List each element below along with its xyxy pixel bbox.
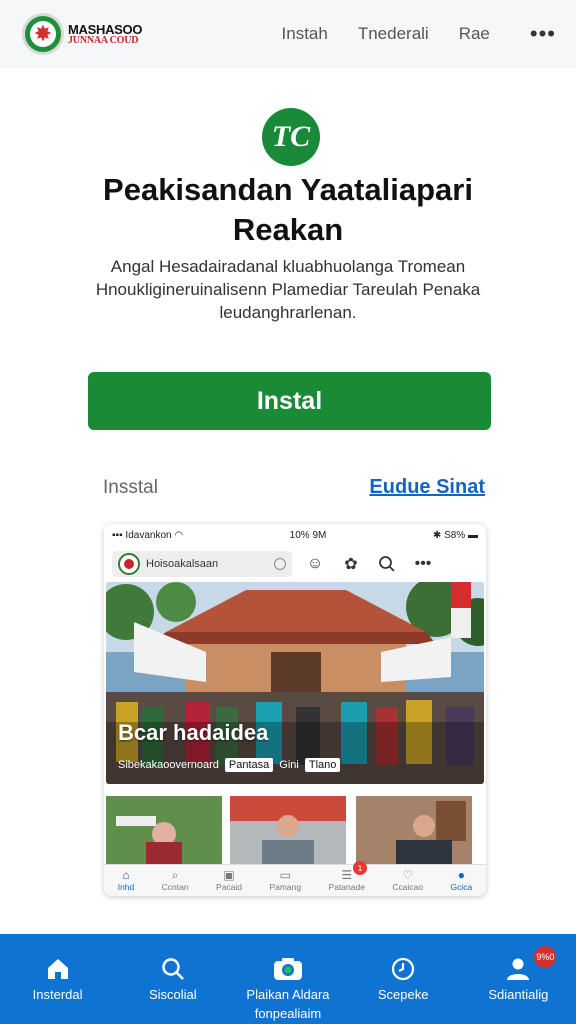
preview-tab-label: Patanade — [328, 882, 365, 892]
preview-tab-doc[interactable]: ▭ Pamang — [269, 869, 301, 892]
bottom-nav-label: Scepeke — [377, 987, 429, 1002]
doc-icon: ▭ — [279, 868, 291, 882]
preview-tab-heart[interactable]: ♡ Ccaicao — [392, 869, 423, 892]
search-icon[interactable] — [374, 551, 400, 577]
more-horizontal-icon[interactable]: ••• — [530, 23, 556, 45]
preview-tab-home[interactable]: ⌂ Inhd — [118, 869, 135, 892]
top-nav: Instah Tnederali Rae ••• — [282, 23, 556, 45]
bottom-nav-label: Insterdal — [32, 987, 83, 1002]
hero-sub-text: Sibekakaoovernoard — [118, 759, 219, 771]
nav-link-2[interactable]: Tnederali — [358, 24, 429, 44]
page-description: Angal Hesadairadanal kluabhuolanga Trome… — [95, 257, 481, 322]
chip-1[interactable]: Pantasa — [224, 758, 274, 772]
preview-toolbar: Hoisoakalsaan ☺ ✿ ••• — [104, 546, 486, 582]
logo-text: MASHASOO JUNNAA COUD — [68, 23, 142, 46]
clear-icon[interactable] — [274, 558, 286, 570]
preview-tab-label: Gcica — [450, 882, 473, 892]
bottom-nav: Insterdal Siscolial Plaikan Aldara fonpe… — [0, 934, 576, 1024]
logo-line2: JUNNAA COUD — [68, 34, 139, 46]
camera-icon: ▣ — [223, 868, 235, 882]
search-icon — [160, 954, 186, 984]
preview-tab-badge: 1 — [352, 861, 367, 875]
preview-status-bar: ▪▪▪ Idavankon ◠ 10% 9M ✱ S8% ▬ — [104, 524, 486, 546]
chip-3[interactable]: Tlano — [304, 758, 341, 772]
preview-tab-bar: ⌂ Inhd ⌕ Ccntan ▣ Pacaid ▭ Pamang ☰ Patanade 1… — [104, 861, 486, 896]
top-header: ✸ MASHASOO JUNNAA COUD Instah Tnederali … — [0, 0, 576, 68]
heart-icon: ♡ — [402, 868, 414, 882]
preview-tab-person[interactable]: ● Gcica — [451, 869, 473, 892]
bottom-nav-camera[interactable]: Plaikan Aldara fonpealiaim — [232, 954, 344, 1024]
page-title: Peakisandan Yaataliapari Reakan — [103, 172, 473, 248]
bottom-nav-label: Sdiantialig — [488, 987, 549, 1002]
more-horizontal-icon[interactable]: ••• — [410, 551, 436, 577]
bottom-nav-clock[interactable]: Scepeke — [347, 954, 459, 1005]
camera-icon — [272, 954, 304, 984]
preview-tab-label: Ccntan — [161, 882, 189, 892]
bottom-nav-home[interactable]: Insterdal — [2, 954, 114, 1005]
search-icon: ⌕ — [171, 868, 179, 882]
status-time: 10% 9M — [289, 529, 327, 541]
avatar — [118, 553, 140, 575]
home-icon — [45, 954, 71, 984]
preview-tab-camera[interactable]: ▣ Pacaid — [216, 869, 242, 892]
preview-tab-list[interactable]: ☰ Patanade 1 — [328, 861, 367, 892]
preview-tab-label: Pamang — [269, 882, 302, 892]
secondary-link[interactable]: Eudue Sinat — [369, 476, 485, 499]
app-logo: TC — [262, 108, 320, 166]
preview-thumbnails — [106, 796, 484, 864]
logo-seal-icon: ✸ — [22, 13, 64, 55]
thumbnail-1[interactable] — [106, 796, 222, 864]
install-button[interactable]: Instal — [88, 372, 491, 430]
site-logo[interactable]: ✸ MASHASOO JUNNAA COUD — [22, 13, 142, 55]
nav-link-1[interactable]: Instah — [282, 24, 328, 44]
bottom-nav-label: Siscolial — [148, 987, 197, 1002]
bottom-nav-label: Plaikan Aldara fonpealiaim — [246, 987, 330, 1021]
person-icon — [505, 954, 531, 984]
secondary-row: Insstal Eudue Sinat — [103, 476, 485, 499]
flower-icon[interactable]: ✿ — [338, 551, 364, 577]
app-preview-screenshot: ▪▪▪ Idavankon ◠ 10% 9M ✱ S8% ▬ Hoisoakal… — [104, 524, 486, 896]
clock-icon — [390, 954, 416, 984]
bottom-nav-search[interactable]: Siscolial — [117, 954, 229, 1005]
person-icon: ● — [457, 868, 465, 882]
logo-line1: MASHASOO — [68, 21, 143, 37]
preview-tab-search[interactable]: ⌕ Ccntan — [162, 869, 189, 892]
status-battery: ✱ S8% ▬ — [432, 529, 478, 541]
preview-tab-label: Ccaicao — [392, 882, 424, 892]
nav-link-3[interactable]: Rae — [459, 24, 490, 44]
notification-badge: 9%0 — [532, 944, 559, 970]
preview-hero-sub: Sibekakaoovernoard Pantasa Gini Tlano — [118, 758, 341, 772]
chip-2: Gini — [279, 759, 299, 771]
preview-search-text: Hoisoakalsaan — [146, 558, 219, 570]
bottom-nav-profile[interactable]: Sdiantialig 9%0 — [462, 944, 574, 1005]
thumbnail-3[interactable] — [356, 796, 472, 864]
preview-tab-label: Inhd — [117, 882, 135, 892]
secondary-label: Insstal — [103, 476, 158, 498]
preview-hero-image[interactable]: Bcar hadaidea Sibekakaoovernoard Pantasa… — [106, 582, 484, 784]
preview-tab-label: Pacaid — [216, 882, 243, 892]
thumbnail-2[interactable] — [230, 796, 346, 864]
list-icon: ☰ — [341, 868, 353, 882]
home-icon: ⌂ — [122, 868, 130, 882]
face-icon[interactable]: ☺ — [302, 551, 328, 577]
preview-search-input[interactable]: Hoisoakalsaan — [112, 551, 292, 577]
preview-hero-caption: Bcar hadaidea — [118, 720, 269, 745]
status-carrier: ▪▪▪ Idavankon ◠ — [112, 529, 184, 541]
